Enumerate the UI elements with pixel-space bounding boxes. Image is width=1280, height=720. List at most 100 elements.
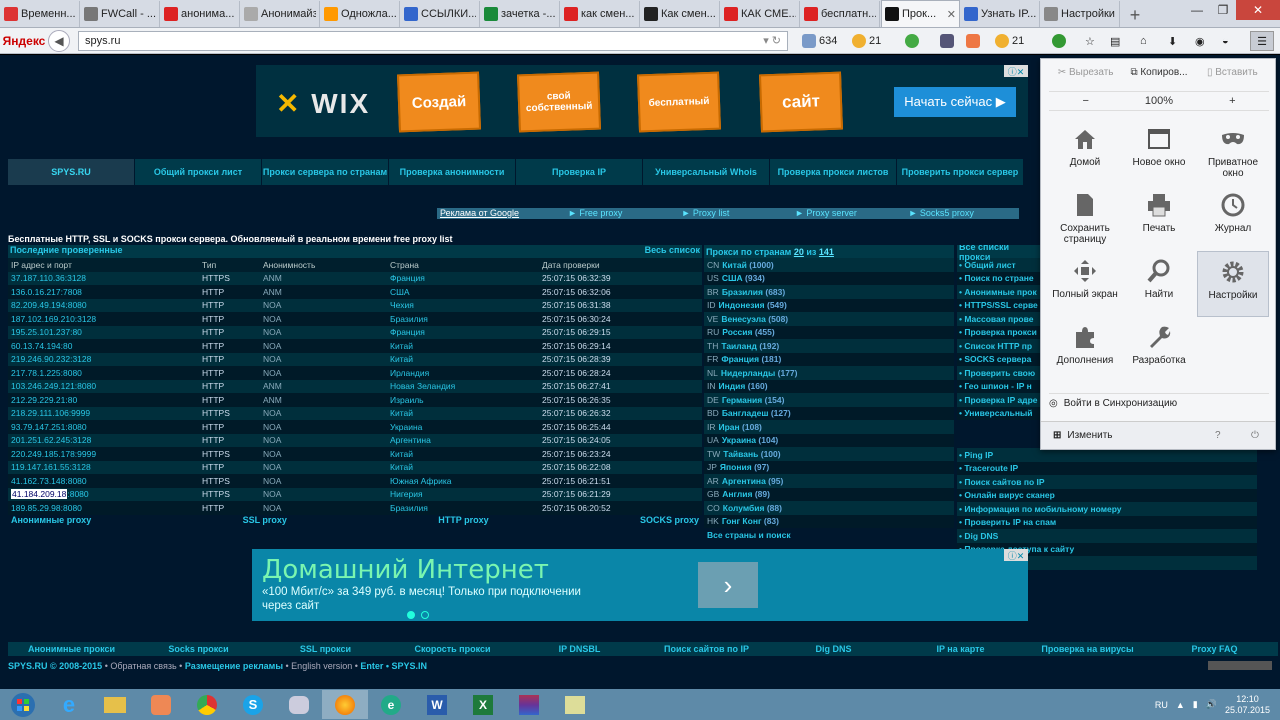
download-icon[interactable]: ⬇ <box>1168 32 1177 50</box>
tab-close-icon[interactable]: ✕ <box>947 8 956 21</box>
feedback-link[interactable]: • Обратная связь • <box>105 661 183 671</box>
countries-total-link[interactable]: 141 <box>819 247 834 257</box>
browser-tab[interactable]: анонима... <box>161 1 240 27</box>
http-proxy-link[interactable]: HTTP proxy <box>438 515 488 528</box>
paste-button[interactable]: ▯ Вставить <box>1196 67 1269 85</box>
bottom-menu-item[interactable]: IP на карте <box>897 642 1024 656</box>
google-ad-link[interactable]: ► Free proxy <box>565 208 679 219</box>
copy-button[interactable]: ⧉ Копиров... <box>1122 67 1195 85</box>
proxy-country[interactable]: Китай <box>390 408 542 418</box>
proxy-country[interactable]: Нигерия <box>390 489 542 499</box>
pocket-icon[interactable]: ◒ <box>1222 32 1229 50</box>
url-text[interactable]: spys.ru <box>85 35 120 47</box>
proxy-country[interactable]: США <box>390 287 542 297</box>
tray-arrow-icon[interactable]: ▲ <box>1176 700 1185 710</box>
ie-icon[interactable]: e <box>46 690 92 719</box>
proxy-country[interactable]: Бразилия <box>390 314 542 324</box>
orange-addon-icon[interactable] <box>966 32 983 50</box>
sync-signin[interactable]: ◎ Войти в Синхронизацию <box>1049 393 1269 413</box>
ads-link[interactable]: Размещение рекламы <box>185 661 283 671</box>
browser-tab[interactable]: зачетка -... <box>481 1 560 27</box>
network-icon[interactable]: ▮ <box>1193 699 1198 710</box>
menu-item[interactable]: Проверка IP <box>516 159 642 185</box>
hamburger-menu-icon[interactable]: ☰ <box>1250 31 1274 51</box>
bottom-menu-item[interactable]: Proxy FAQ <box>1151 642 1278 656</box>
browser-tab[interactable]: FWCall - ... <box>81 1 160 27</box>
browser-tab[interactable]: ССЫЛКИ... <box>401 1 480 27</box>
proxy-list-link[interactable]: • Анонимные прок <box>957 285 1042 299</box>
menu-item[interactable]: Универсальный Whois <box>643 159 769 185</box>
recent-checked-title[interactable]: Последние проверенные <box>10 245 123 258</box>
google-ad-link[interactable]: ► Proxy list <box>679 208 793 219</box>
quit-icon[interactable]: ⏻ <box>1251 430 1259 441</box>
ad-close-icon[interactable]: ⓘ✕ <box>1004 65 1028 77</box>
bottom-menu-item[interactable]: Socks прокси <box>135 642 262 656</box>
proxy-tool-link[interactable]: • Онлайн вирус сканер <box>957 488 1257 502</box>
browser-tab[interactable]: Настройки <box>1041 1 1120 27</box>
country-row[interactable]: TW Тайвань (100) <box>704 447 954 461</box>
proxy-tool-link[interactable]: • Информация по мобильному номеру <box>957 502 1257 516</box>
menu-item-fullscreen[interactable]: Полный экран <box>1049 251 1121 317</box>
home-internet-ad[interactable]: Домашний Интернет «100 Мбит/с» за 349 ру… <box>252 549 1028 621</box>
country-row[interactable]: GB Англия (89) <box>704 487 954 501</box>
country-row[interactable]: IR Иран (108) <box>704 420 954 434</box>
maximize-button[interactable]: ❐ <box>1210 0 1236 20</box>
excel-icon[interactable]: X <box>460 690 506 719</box>
proxy-ip[interactable]: 93.79.147.251:8080 <box>8 422 202 432</box>
proxy-ip[interactable]: 219.246.90.232:3128 <box>8 354 202 364</box>
start-button[interactable] <box>0 690 46 719</box>
menu-item-gear[interactable]: Настройки <box>1197 251 1269 317</box>
bottom-menu-item[interactable]: Поиск сайтов по IP <box>643 642 770 656</box>
proxy-country[interactable]: Украина <box>390 422 542 432</box>
country-row[interactable]: FR Франция (181) <box>704 352 954 366</box>
skype-icon[interactable]: S <box>230 690 276 719</box>
proxy-country[interactable]: Аргентина <box>390 435 542 445</box>
country-row[interactable]: BR Бразилия (683) <box>704 285 954 299</box>
menu-item[interactable]: Общий прокси лист <box>135 159 261 185</box>
proxy-list-link[interactable]: • Универсальный <box>957 406 1042 420</box>
google-ad-link[interactable]: ► Socks5 proxy <box>906 208 1020 219</box>
yandex-logo[interactable]: Яндекс <box>0 34 48 48</box>
country-row[interactable]: VE Венесуэла (508) <box>704 312 954 326</box>
bottom-menu-item[interactable]: IP DNSBL <box>516 642 643 656</box>
browser-tab[interactable]: Узнать IP... <box>961 1 1040 27</box>
cut-button[interactable]: ✂ Вырезать <box>1049 67 1122 85</box>
country-row[interactable]: CN Китай (1000) <box>704 258 954 272</box>
google-ad-link[interactable]: ► Proxy server <box>792 208 906 219</box>
proxy-ip[interactable]: 136.0.16.217:7808 <box>8 287 202 297</box>
bottom-menu-item[interactable]: Dig DNS <box>770 642 897 656</box>
proxy-ip[interactable]: 217.78.1.225:8080 <box>8 368 202 378</box>
explorer-icon[interactable] <box>92 690 138 719</box>
proxy-list-link[interactable]: • Проверка IP адре <box>957 393 1042 407</box>
green-circle-icon[interactable] <box>1052 32 1069 50</box>
country-row[interactable]: HK Гонг Конг (83) <box>704 514 954 528</box>
country-row[interactable]: RU Россия (455) <box>704 325 954 339</box>
proxy-list-link[interactable]: • Проверка прокси <box>957 325 1042 339</box>
menu-item-mask[interactable]: Приватное окно <box>1197 119 1269 185</box>
proxy-ip[interactable]: 187.102.169.210:3128 <box>8 314 202 324</box>
anonymous-proxy-link[interactable]: Анонимные proxy <box>11 515 91 528</box>
minimize-button[interactable]: — <box>1184 0 1210 20</box>
language-indicator[interactable]: RU <box>1155 700 1168 710</box>
selected-ip-text[interactable]: 41.184.209.18 <box>11 489 68 500</box>
horizontal-scrollbar[interactable] <box>1208 661 1272 670</box>
proxy-country[interactable]: Франция <box>390 273 542 283</box>
close-button[interactable]: ✕ <box>1236 0 1280 20</box>
proxy-list-link[interactable]: • Проверить свою <box>957 366 1042 380</box>
bottom-menu-item[interactable]: Анонимные прокси <box>8 642 135 656</box>
wix-ad-banner[interactable]: ✕ WIX Создай свой собственный бесплатный… <box>256 65 1028 137</box>
ad-dot-1[interactable] <box>407 611 415 619</box>
mail-widget[interactable]: 634 <box>802 32 837 50</box>
proxy-ip[interactable]: 41.162.73.148:8080 <box>8 476 202 486</box>
ad-next-arrow[interactable]: › <box>698 562 758 608</box>
clock[interactable]: 12:10 25.07.2015 <box>1225 694 1270 716</box>
bookmarks-list-icon[interactable]: ▤ <box>1110 32 1120 50</box>
green-addon-icon[interactable] <box>905 32 922 50</box>
proxy-list-link[interactable]: • SOCKS сервера <box>957 352 1042 366</box>
all-countries-link[interactable]: Все страны и поиск <box>704 528 954 542</box>
menu-item-puzzle[interactable]: Дополнения <box>1049 317 1121 383</box>
proxy-country[interactable]: Ирландия <box>390 368 542 378</box>
proxy-list-link[interactable]: • HTTPS/SSL серве <box>957 298 1042 312</box>
proxy-ip[interactable]: 201.251.62.245:3128 <box>8 435 202 445</box>
help-icon[interactable]: ? <box>1215 430 1221 441</box>
